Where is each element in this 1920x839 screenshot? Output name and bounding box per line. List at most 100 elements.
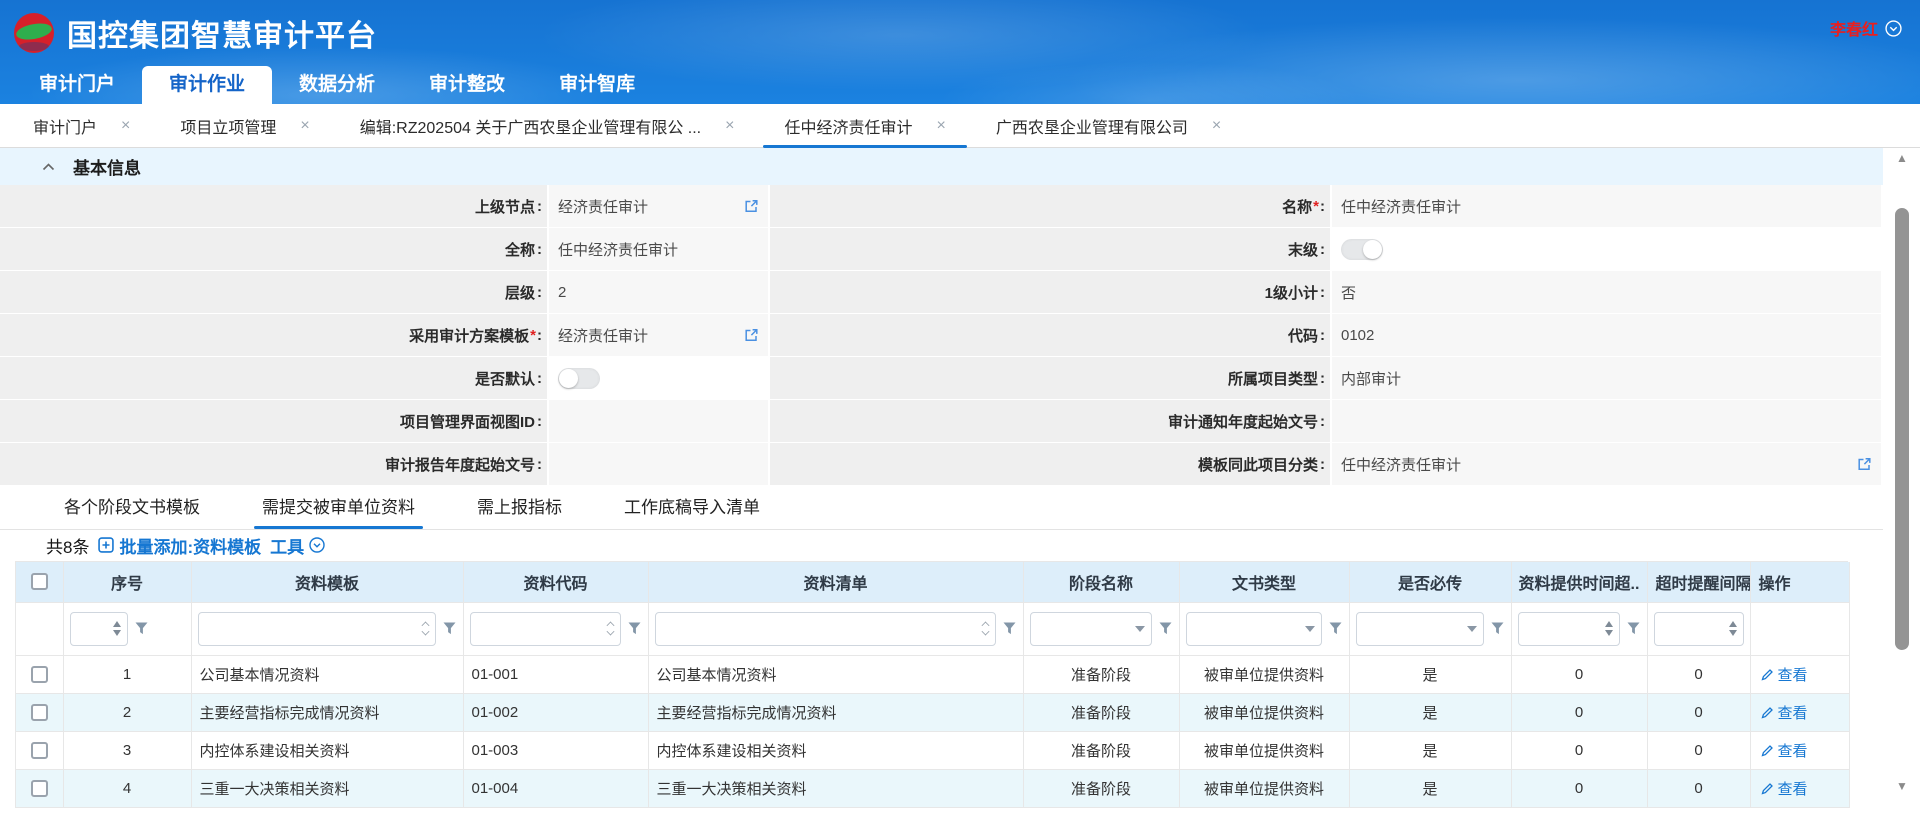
company-logo-icon <box>14 13 54 53</box>
nav-item-audit-portal[interactable]: 审计门户 <box>12 66 142 104</box>
field-label: 所属项目类型: <box>770 357 1332 399</box>
field-value <box>1332 400 1883 442</box>
close-icon[interactable]: × <box>1212 117 1221 135</box>
field-label: 采用审计方案模板*: <box>0 314 549 356</box>
field-label: 层级: <box>0 271 549 313</box>
is-leaf-toggle[interactable] <box>1341 239 1383 260</box>
field-value <box>549 357 770 399</box>
table-row: 3 内控体系建设相关资料 01-003 内控体系建设相关资料 准备阶段 被审单位… <box>16 731 1849 769</box>
field-value <box>1332 228 1883 270</box>
table-toolbar: 共8条 批量添加:资料模板 工具 <box>0 531 1883 559</box>
filter-funnel-icon[interactable] <box>627 621 642 636</box>
field-value[interactable]: 任中经济责任审计 <box>1332 443 1883 485</box>
chevron-down-circle-icon <box>309 537 325 553</box>
table-row: 4 三重一大决策相关资料 01-004 三重一大决策相关资料 准备阶段 被审单位… <box>16 769 1849 807</box>
doc-tab-project-approval[interactable]: 项目立项管理 × <box>155 104 334 147</box>
vertical-scrollbar[interactable]: ▲ ▼ <box>1893 150 1911 800</box>
row-checkbox[interactable] <box>31 742 48 759</box>
close-icon[interactable]: × <box>121 117 130 135</box>
doc-tab-in-office-audit[interactable]: 任中经济责任审计 × <box>759 104 970 147</box>
filter-overdue-input[interactable] <box>1518 612 1620 646</box>
select-all-checkbox[interactable] <box>31 573 48 590</box>
filter-funnel-icon[interactable] <box>1328 621 1343 636</box>
field-is-default: 是否默认: <box>0 357 770 399</box>
filter-list-combo[interactable] <box>655 612 996 646</box>
scrollbar-thumb[interactable] <box>1895 208 1909 650</box>
row-checkbox[interactable] <box>31 780 48 797</box>
col-required: 是否必传 <box>1349 562 1511 602</box>
tools-menu-button[interactable]: 工具 <box>270 533 325 558</box>
select-all-cell <box>16 562 63 602</box>
table-row: 2 主要经营指标完成情况资料 01-002 主要经营指标完成情况资料 准备阶段 … <box>16 693 1849 731</box>
field-notice-start-no: 审计通知年度起始文号: <box>770 400 1883 442</box>
field-label: 模板同此项目分类: <box>770 443 1332 485</box>
filter-funnel-icon[interactable] <box>134 621 149 636</box>
doc-tab-guangxi-company[interactable]: 广西农垦企业管理有限公司 × <box>971 104 1246 147</box>
user-name[interactable]: 李春红 <box>1830 16 1878 40</box>
col-stage: 阶段名称 <box>1023 562 1179 602</box>
field-label: 末级: <box>770 228 1332 270</box>
subtab-required-materials[interactable]: 需提交被审单位资料 <box>260 488 417 529</box>
filter-remind-input[interactable] <box>1654 612 1744 646</box>
filter-funnel-icon[interactable] <box>1158 621 1173 636</box>
external-link-icon[interactable] <box>744 328 759 343</box>
field-label: 上级节点: <box>0 185 549 227</box>
doc-tab-edit-rz202504[interactable]: 编辑:RZ202504 关于广西农垦企业管理有限公 ... × <box>335 104 760 147</box>
col-overdue: 资料提供时间超.. <box>1511 562 1647 602</box>
section-title: 基本信息 <box>73 154 141 179</box>
subtab-working-paper-import[interactable]: 工作底稿导入清单 <box>622 488 762 529</box>
field-value: 任中经济责任审计 <box>549 228 770 270</box>
plus-square-icon <box>98 537 114 553</box>
batch-add-button[interactable]: 批量添加:资料模板 <box>98 533 261 558</box>
subtab-report-indicators[interactable]: 需上报指标 <box>475 488 564 529</box>
nav-item-audit-work[interactable]: 审计作业 <box>142 66 272 104</box>
nav-item-audit-knowledge[interactable]: 审计智库 <box>532 66 662 104</box>
subtab-stage-doc-templates[interactable]: 各个阶段文书模板 <box>62 488 202 529</box>
basic-info-form: 上级节点: 经济责任审计 全称: 任中经济责任审计 层级: 2 采用审计方案模板… <box>0 185 1883 485</box>
app-header: 国控集团智慧审计平台 李春红 审计门户 审计作业 数据分析 审计整改 审计智库 <box>0 0 1920 104</box>
filter-template-combo[interactable] <box>198 612 436 646</box>
filter-funnel-icon[interactable] <box>1002 621 1017 636</box>
view-link[interactable]: 查看 <box>1759 778 1841 799</box>
basic-info-section-header[interactable]: 基本信息 <box>0 148 1883 185</box>
field-level: 层级: 2 <box>0 271 770 313</box>
view-link[interactable]: 查看 <box>1759 664 1841 685</box>
chevron-down-circle-icon[interactable] <box>1885 20 1902 37</box>
field-value[interactable]: 经济责任审计 <box>549 185 770 227</box>
close-icon[interactable]: × <box>936 117 945 135</box>
field-label: 名称*: <box>770 185 1332 227</box>
filter-funnel-icon[interactable] <box>442 621 457 636</box>
user-menu[interactable]: 李春红 <box>1830 16 1902 40</box>
filter-seq-input[interactable] <box>70 612 128 646</box>
filter-required-select[interactable] <box>1356 612 1484 646</box>
field-value <box>549 400 770 442</box>
filter-code-combo[interactable] <box>470 612 621 646</box>
nav-item-audit-rectify[interactable]: 审计整改 <box>402 66 532 104</box>
view-link[interactable]: 查看 <box>1759 740 1841 761</box>
main-nav: 审计门户 审计作业 数据分析 审计整改 审计智库 <box>0 66 1920 104</box>
collapse-chevron-up-icon[interactable] <box>42 162 55 171</box>
filter-funnel-icon[interactable] <box>1626 621 1641 636</box>
field-label: 审计通知年度起始文号: <box>770 400 1332 442</box>
scroll-down-icon[interactable]: ▼ <box>1893 780 1911 792</box>
view-link[interactable]: 查看 <box>1759 702 1841 723</box>
doc-tab-audit-portal[interactable]: 审计门户 × <box>8 104 155 147</box>
filter-stage-select[interactable] <box>1030 612 1152 646</box>
field-value[interactable]: 经济责任审计 <box>549 314 770 356</box>
field-plan-template: 采用审计方案模板*: 经济责任审计 <box>0 314 770 356</box>
external-link-icon[interactable] <box>1857 457 1872 472</box>
field-project-type: 所属项目类型: 内部审计 <box>770 357 1883 399</box>
scroll-up-icon[interactable]: ▲ <box>1893 152 1911 164</box>
is-default-toggle[interactable] <box>558 368 600 389</box>
close-icon[interactable]: × <box>300 117 309 135</box>
filter-doc-type-select[interactable] <box>1186 612 1322 646</box>
nav-item-data-analysis[interactable]: 数据分析 <box>272 66 402 104</box>
row-checkbox[interactable] <box>31 666 48 683</box>
external-link-icon[interactable] <box>744 199 759 214</box>
row-checkbox[interactable] <box>31 704 48 721</box>
field-level1-subtotal: 1级小计: 否 <box>770 271 1883 313</box>
close-icon[interactable]: × <box>725 117 734 135</box>
filter-funnel-icon[interactable] <box>1490 621 1505 636</box>
field-value <box>549 443 770 485</box>
col-remind: 超时提醒间隔 <box>1647 562 1750 602</box>
